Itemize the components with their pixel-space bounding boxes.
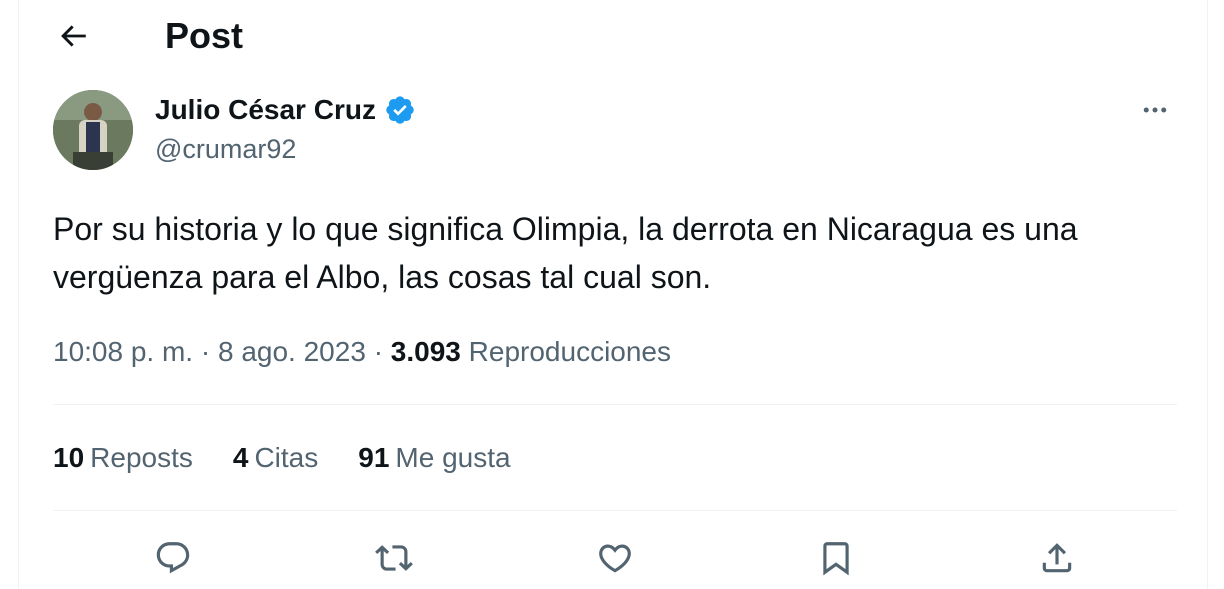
share-button[interactable] <box>1033 534 1081 582</box>
more-icon <box>1143 107 1167 113</box>
divider <box>53 510 1177 511</box>
reply-button[interactable] <box>149 534 197 582</box>
bookmark-button[interactable] <box>812 534 860 582</box>
meta-separator: · <box>200 336 211 367</box>
tweet-meta: 10:08 p. m. · 8 ago. 2023 · 3.093 Reprod… <box>53 330 671 374</box>
likes-stat[interactable]: 91 Me gusta <box>358 436 510 480</box>
likes-label: Me gusta <box>395 442 511 473</box>
post-page: Post Julio César Cruz @crumar92 Por su h… <box>18 0 1208 589</box>
quotes-count: 4 <box>232 442 249 473</box>
repost-button[interactable] <box>370 534 418 582</box>
quotes-label: Citas <box>254 442 319 473</box>
tweet-text-line: Por su historia y lo que significa Olimp… <box>53 211 1078 247</box>
avatar-image <box>53 90 133 170</box>
header: Post <box>19 0 1207 72</box>
avatar[interactable] <box>53 90 133 170</box>
likes-count: 91 <box>358 442 390 473</box>
action-bar <box>53 528 1177 588</box>
views-count: 3.093 <box>390 336 461 367</box>
tweet-time[interactable]: 10:08 p. m. <box>53 336 193 367</box>
author-handle[interactable]: @crumar92 <box>155 134 416 165</box>
tweet-text-line: vergüenza para el Albo, las cosas tal cu… <box>53 259 712 295</box>
heart-icon <box>599 544 631 573</box>
engagement-stats: 10 Reposts 4 Citas 91 Me gusta <box>53 436 551 480</box>
reposts-stat[interactable]: 10 Reposts <box>53 436 193 480</box>
repost-icon <box>375 545 413 571</box>
share-icon <box>1042 543 1072 573</box>
reposts-count: 10 <box>53 442 85 473</box>
author-name-row: Julio César Cruz <box>155 90 416 130</box>
reply-icon <box>156 542 190 574</box>
author-display-name[interactable]: Julio César Cruz <box>155 94 376 126</box>
tweet-text: Por su historia y lo que significa Olimp… <box>53 205 1183 301</box>
quotes-stat[interactable]: 4 Citas <box>233 436 318 480</box>
arrow-left-icon <box>61 25 86 47</box>
verified-badge-icon <box>386 96 414 124</box>
divider <box>53 404 1177 405</box>
like-button[interactable] <box>591 534 639 582</box>
reposts-label: Reposts <box>90 442 193 473</box>
back-button[interactable] <box>49 14 97 58</box>
author-block: Julio César Cruz @crumar92 <box>155 90 416 165</box>
views-label: Reproducciones <box>468 336 671 367</box>
tweet-date[interactable]: 8 ago. 2023 <box>218 336 366 367</box>
more-options-button[interactable] <box>1133 92 1177 128</box>
page-title: Post <box>165 15 244 56</box>
bookmark-icon <box>823 542 849 576</box>
meta-separator: · <box>373 336 384 367</box>
